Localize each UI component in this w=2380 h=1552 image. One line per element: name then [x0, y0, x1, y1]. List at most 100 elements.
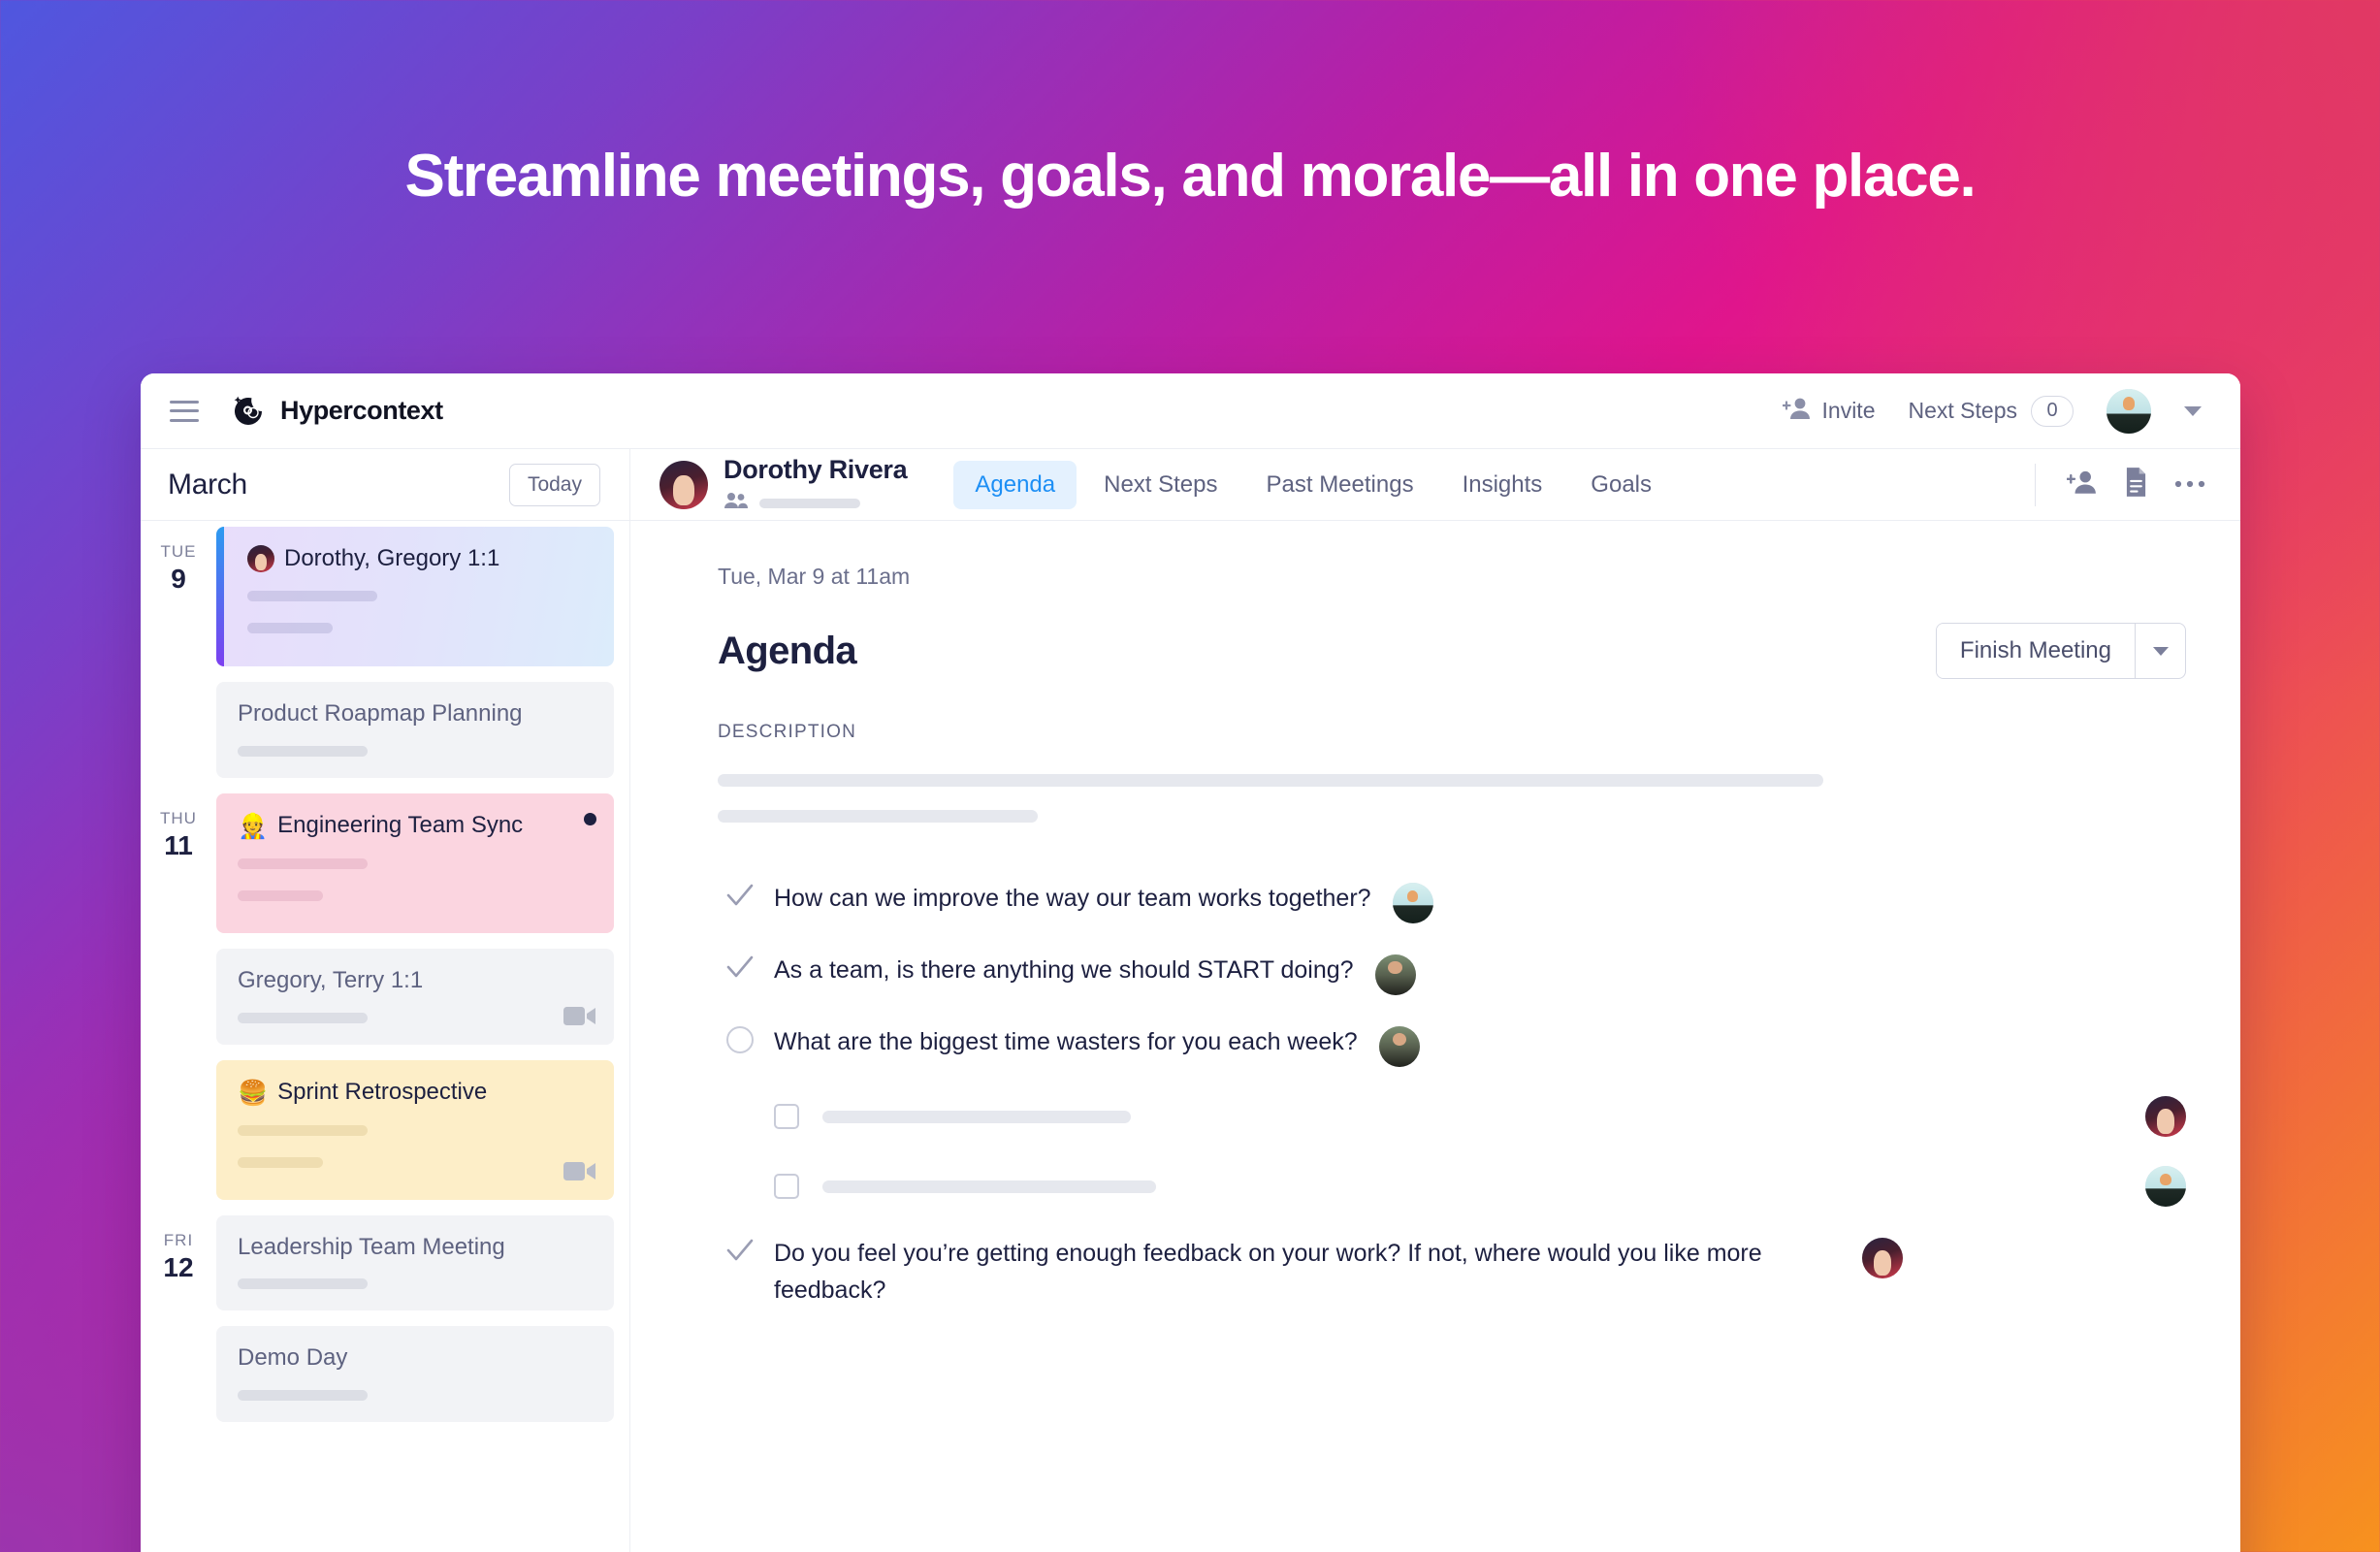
meeting-emoji-icon: 👷	[238, 812, 269, 840]
meeting-card[interactable]: Gregory, Terry 1:1	[216, 948, 614, 1045]
meeting-title: Product Roapmap Planning	[238, 700, 523, 727]
subitem-skeleton-line	[822, 1110, 1131, 1123]
tab-goals[interactable]: Goals	[1569, 461, 1673, 509]
terry-avatar	[1374, 954, 1416, 995]
meeting-title: Leadership Team Meeting	[238, 1233, 505, 1260]
agenda-title: Agenda	[718, 629, 857, 672]
meeting-card[interactable]: Leadership Team Meeting	[216, 1214, 614, 1311]
dorothy-avatar	[1862, 1238, 1903, 1278]
app-window: Hypercontext Invite Next Steps 0 March T…	[141, 373, 2240, 1552]
day-group: THU 11 👷 Engineering Team Sync Gregory, Terr…	[141, 792, 629, 1215]
agenda-item: What are the biggest time wasters for yo…	[718, 1024, 2186, 1207]
meeting-card[interactable]: Product Roapmap Planning	[216, 682, 614, 778]
agenda-item: Do you feel you’re getting enough feedba…	[718, 1236, 2186, 1309]
document-icon	[2123, 467, 2149, 502]
meeting-emoji-icon: 🍔	[238, 1079, 269, 1107]
video-camera-icon[interactable]	[563, 1160, 596, 1182]
tab-next-steps[interactable]: Next Steps	[1082, 461, 1238, 509]
day-number: 9	[171, 564, 186, 595]
day-label: THU 11	[141, 793, 216, 1215]
checkbox-icon[interactable]	[774, 1104, 799, 1129]
meeting-title: Demo Day	[238, 1344, 348, 1372]
tab-agenda[interactable]: Agenda	[953, 460, 1077, 509]
video-camera-icon[interactable]	[563, 1005, 596, 1027]
agenda-item-body: Do you feel you’re getting enough feedba…	[762, 1236, 2186, 1309]
meeting-list[interactable]: TUE 9 Dorothy, Gregory 1:1 Product Roapmap …	[141, 521, 629, 1552]
meeting-skeleton-line	[247, 590, 377, 601]
agenda-item-text: Do you feel you’re getting enough feedba…	[774, 1240, 1762, 1304]
page-title: Dorothy Rivera	[724, 455, 908, 484]
agenda-item-body: What are the biggest time wasters for yo…	[762, 1024, 2186, 1207]
meeting-card-title-row: Gregory, Terry 1:1	[238, 967, 593, 995]
agenda-subitem	[774, 1096, 2186, 1137]
meeting-title: Sprint Retrospective	[277, 1079, 488, 1106]
person-add-icon	[2066, 469, 2098, 501]
tab-bar[interactable]: Agenda Next Steps Past Meetings Insights Goa…	[953, 460, 1673, 509]
meeting-card[interactable]: Dorothy, Gregory 1:1	[216, 527, 614, 666]
invite-button[interactable]: Invite	[1781, 396, 1876, 427]
meeting-skeleton-line	[238, 1012, 368, 1023]
day-label: FRI 12	[141, 1215, 216, 1439]
meeting-card[interactable]: 🍔 Sprint Retrospective	[216, 1059, 614, 1200]
agenda-item-list: How can we improve the way our team work…	[718, 881, 2186, 1309]
app-body: March Today TUE 9 Dorothy, Gregory 1:1 Prod…	[141, 449, 2240, 1552]
checkmark-icon[interactable]	[718, 954, 762, 980]
person-header: Dorothy Rivera	[659, 455, 908, 514]
meeting-skeleton-line	[238, 1278, 368, 1290]
checkmark-icon[interactable]	[718, 1238, 762, 1263]
agenda-item-body: How can we improve the way our team work…	[762, 881, 2186, 923]
brand-name: Hypercontext	[280, 396, 443, 425]
today-button[interactable]: Today	[508, 463, 600, 506]
day-number: 11	[164, 830, 193, 861]
day-of-week: FRI	[163, 1230, 194, 1249]
more-options-button[interactable]	[2174, 476, 2205, 494]
agenda-content: Tue, Mar 9 at 11am Agenda Finish Meeting…	[630, 521, 2240, 1552]
agenda-subitem	[774, 1166, 2186, 1207]
chevron-down-icon[interactable]	[2135, 624, 2185, 678]
gregory-avatar	[2145, 1166, 2186, 1207]
brand[interactable]: Hypercontext	[228, 391, 443, 432]
day-group: TUE 9 Dorothy, Gregory 1:1 Product Roapmap …	[141, 527, 629, 793]
toolbar-divider	[2035, 463, 2036, 506]
tab-insights[interactable]: Insights	[1441, 461, 1564, 509]
agenda-item: How can we improve the way our team work…	[718, 881, 2186, 923]
next-steps-button[interactable]: Next Steps 0	[1908, 395, 2074, 427]
day-of-week: TUE	[160, 542, 197, 561]
notes-button[interactable]	[2123, 467, 2149, 502]
circle-icon[interactable]	[718, 1026, 762, 1053]
meeting-card[interactable]: Demo Day	[216, 1326, 614, 1423]
finish-meeting-group: Finish Meeting	[1935, 623, 2186, 679]
dorothy-avatar	[247, 545, 274, 573]
main-header: Dorothy Rivera Agenda Next Steps Past Me…	[630, 449, 2240, 521]
user-avatar[interactable]	[2107, 388, 2151, 434]
meeting-title: Dorothy, Gregory 1:1	[284, 545, 500, 571]
gregory-avatar	[1392, 883, 1433, 923]
day-of-week: THU	[160, 808, 197, 827]
dorothy-avatar	[659, 460, 708, 509]
meeting-skeleton-line	[247, 622, 333, 633]
meeting-card-title-row: 🍔 Sprint Retrospective	[238, 1079, 593, 1108]
checkbox-icon[interactable]	[774, 1174, 799, 1199]
meeting-card[interactable]: 👷 Engineering Team Sync	[216, 792, 614, 933]
day-cards: 👷 Engineering Team Sync Gregory, Terry 1:1…	[216, 792, 629, 1215]
next-steps-label: Next Steps	[1908, 398, 2018, 423]
add-participant-button[interactable]	[2066, 469, 2098, 501]
meeting-skeleton-line	[238, 745, 368, 757]
checkmark-icon[interactable]	[718, 883, 762, 908]
meeting-card-title-row: 👷 Engineering Team Sync	[238, 812, 593, 841]
agenda-item-text: How can we improve the way our team work…	[774, 885, 1371, 912]
tab-past-meetings[interactable]: Past Meetings	[1245, 461, 1435, 509]
sidebar: March Today TUE 9 Dorothy, Gregory 1:1 Prod…	[141, 449, 630, 1552]
hamburger-icon[interactable]	[170, 400, 199, 422]
meeting-skeleton-line	[238, 857, 368, 869]
day-cards: Dorothy, Gregory 1:1 Product Roapmap Plan…	[216, 527, 629, 793]
meeting-card-title-row: Dorothy, Gregory 1:1	[247, 545, 593, 573]
next-steps-count-badge: 0	[2031, 395, 2074, 427]
hypercontext-logo-icon	[228, 391, 269, 432]
agenda-item-body: As a team, is there anything we should S…	[762, 953, 2186, 995]
finish-meeting-button[interactable]: Finish Meeting	[1936, 624, 2135, 678]
chevron-down-icon[interactable]	[2184, 405, 2202, 416]
header-tools	[2035, 463, 2205, 506]
day-number: 12	[163, 1251, 194, 1282]
meeting-skeleton-line	[238, 889, 323, 901]
